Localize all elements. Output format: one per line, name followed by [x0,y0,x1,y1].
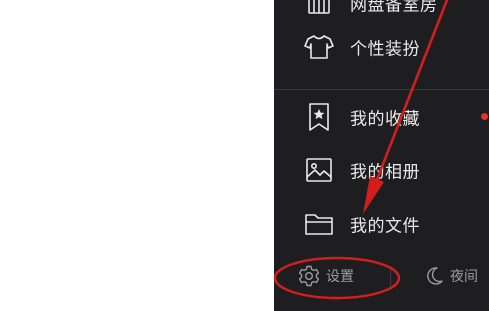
bottom-separator [390,266,391,286]
settings-label: 设置 [326,269,354,285]
image-icon [304,155,334,185]
settings-button[interactable]: 设置 [298,250,354,302]
tshirt-icon [304,32,334,62]
night-mode-label: 夜间 [450,269,478,285]
menu-item-album[interactable]: 我的相册 [274,147,489,193]
folder-icon [304,209,334,239]
night-mode-button[interactable]: 夜间 [424,250,478,302]
gear-icon [298,265,320,287]
building-icon [304,0,334,18]
bookmark-star-icon [304,102,334,132]
menu-item-label: 个性装扮 [350,39,420,60]
notification-dot [481,113,488,120]
menu-item-top-partial[interactable]: 网盘备室房 [274,0,489,26]
menu-item-favorites[interactable]: 我的收藏 [274,94,489,140]
menu-item-label: 我的相册 [350,162,420,183]
side-menu-panel: 网盘备室房 个性装扮 我的收藏 我的相册 我的文件 设置 夜间 [274,0,489,311]
menu-item-files[interactable]: 我的文件 [274,201,489,247]
menu-item-personalize[interactable]: 个性装扮 [274,24,489,70]
moon-icon [424,266,444,286]
menu-item-label: 我的收藏 [350,109,420,130]
menu-divider [274,89,489,90]
menu-item-label: 我的文件 [350,216,420,237]
bottom-bar: 设置 夜间 [274,250,489,302]
menu-item-label: 网盘备室房 [350,0,438,16]
